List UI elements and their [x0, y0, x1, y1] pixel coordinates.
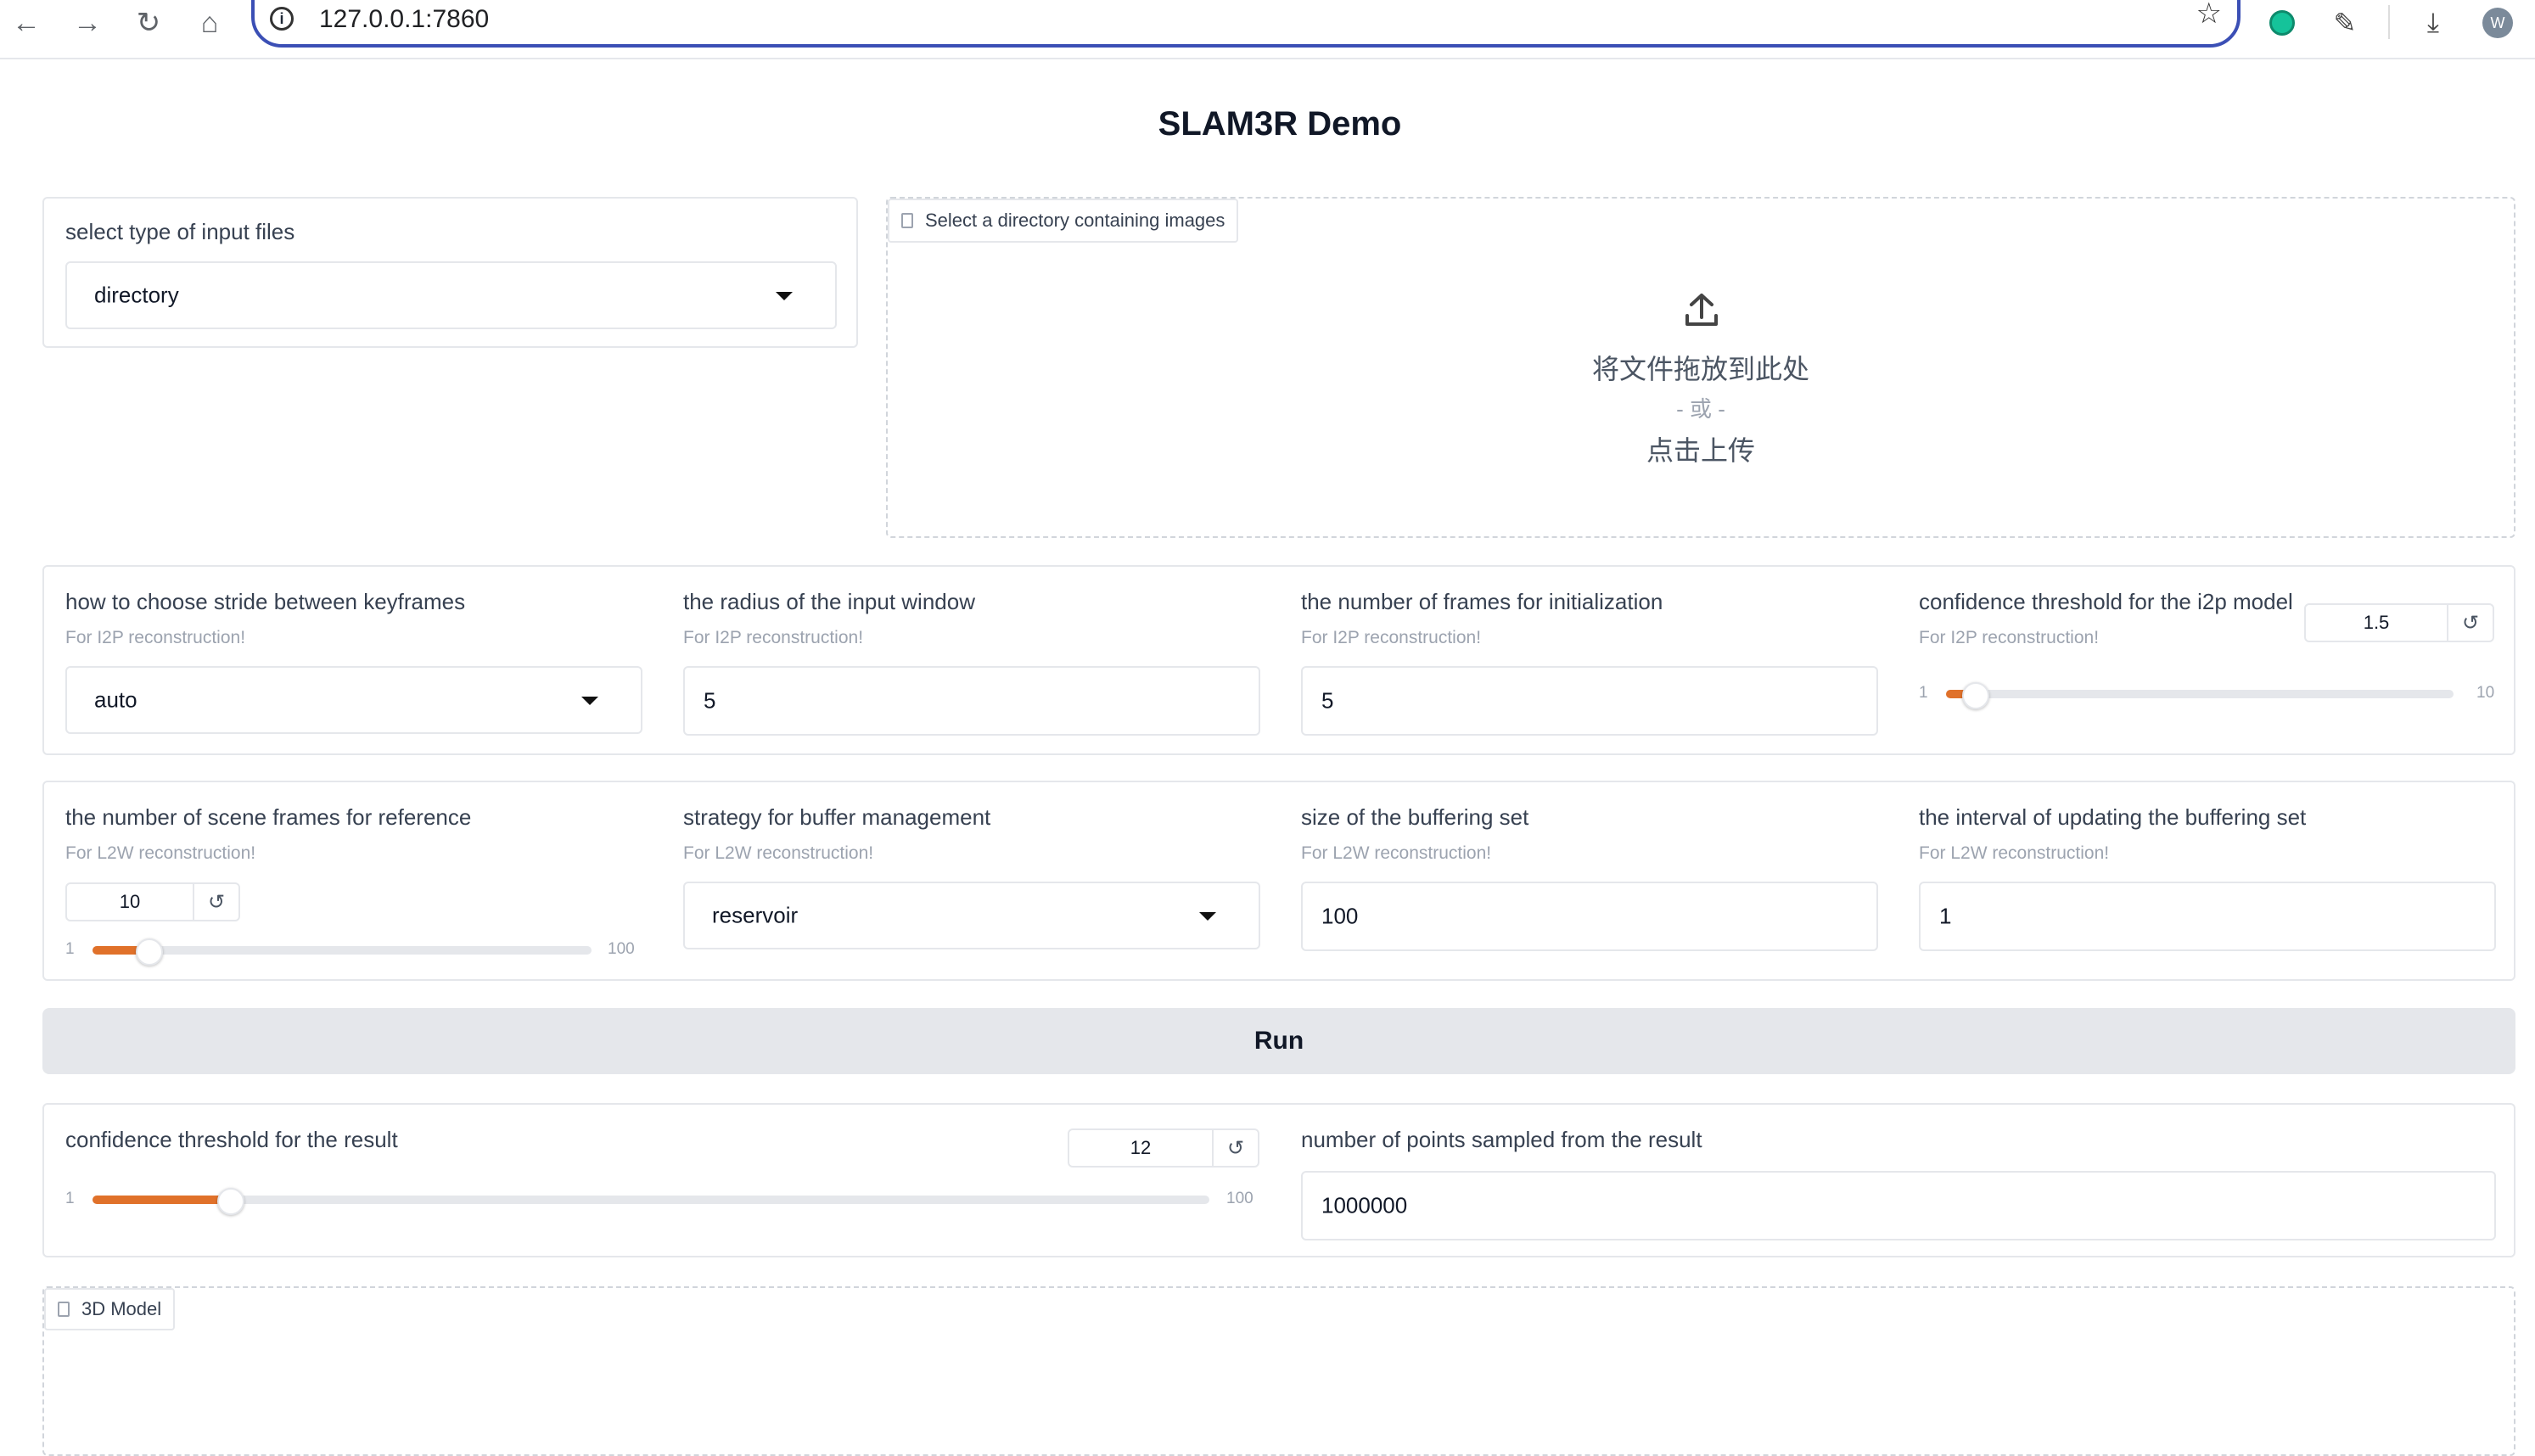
- buffer-interval-info: For L2W reconstruction!: [1919, 843, 2110, 863]
- buffer-strategy-dropdown[interactable]: reservoir: [683, 882, 1260, 949]
- scene-frames-min: 1: [65, 940, 75, 958]
- init-frames-label: the number of frames for initialization: [1301, 589, 1663, 614]
- conf-i2p-min: 1: [1919, 684, 1928, 702]
- scene-frames-info: For L2W reconstruction!: [65, 843, 256, 863]
- buffer-strategy-value: reservoir: [712, 902, 799, 928]
- slider-thumb[interactable]: [1961, 682, 1989, 709]
- extensions-icon[interactable]: ✎: [2324, 2, 2366, 44]
- stride-info: For I2P reconstruction!: [65, 628, 246, 647]
- buffer-interval-label: the interval of updating the buffering s…: [1919, 804, 2307, 830]
- scene-frames-number[interactable]: 10 ↺: [65, 882, 240, 921]
- radius-info: For I2P reconstruction!: [683, 628, 864, 647]
- model3d-tab-label: 3D Model: [81, 1298, 162, 1319]
- points-label: number of points sampled from the result: [1301, 1127, 1702, 1152]
- file-icon: [901, 213, 913, 228]
- input-type-label: select type of input files: [65, 219, 295, 244]
- buffer-size-info: For L2W reconstruction!: [1301, 843, 1492, 863]
- or-text: - 或 -: [1676, 396, 1725, 422]
- conf-i2p-number[interactable]: 1.5 ↺: [2304, 603, 2494, 642]
- buffer-size-label: size of the buffering set: [1301, 804, 1529, 830]
- toolbar-divider: [2388, 5, 2390, 39]
- buffer-size-input[interactable]: 100: [1301, 882, 1878, 951]
- address-bar[interactable]: i 127.0.0.1:7860 ☆: [251, 0, 2241, 48]
- result-conf-number[interactable]: 12 ↺: [1068, 1128, 1259, 1168]
- scene-frames-value[interactable]: 10: [67, 884, 194, 920]
- grammarly-icon[interactable]: [2261, 2, 2303, 44]
- upload-tab: Select a directory containing images: [888, 199, 1239, 243]
- radius-label: the radius of the input window: [683, 589, 975, 614]
- upload-tab-label: Select a directory containing images: [925, 210, 1225, 231]
- run-button[interactable]: Run: [42, 1008, 2515, 1074]
- stride-label: how to choose stride between keyframes: [65, 589, 466, 614]
- reload-icon[interactable]: ↻: [127, 3, 170, 42]
- page-title: SLAM3R Demo: [1158, 105, 1402, 143]
- init-frames-input[interactable]: 5: [1301, 666, 1878, 736]
- slider-thumb[interactable]: [135, 938, 163, 966]
- result-settings-panel: confidence threshold for the result 12 ↺…: [42, 1103, 2515, 1257]
- slider-fill: [93, 1196, 229, 1204]
- file-icon: [58, 1302, 70, 1317]
- directory-upload-dropzone[interactable]: Select a directory containing images 将文件…: [886, 197, 2515, 538]
- input-type-dropdown[interactable]: directory: [65, 261, 837, 329]
- conf-i2p-value[interactable]: 1.5: [2306, 605, 2448, 641]
- conf-i2p-slider[interactable]: [1946, 682, 2454, 709]
- conf-i2p-max: 10: [2476, 684, 2495, 702]
- radius-value: 5: [704, 687, 716, 714]
- result-conf-slider[interactable]: [93, 1188, 1209, 1215]
- url-text: 127.0.0.1:7860: [319, 5, 490, 33]
- input-type-value: directory: [94, 282, 179, 308]
- model3d-viewer[interactable]: 3D Model: [42, 1286, 2515, 1456]
- scene-frames-label: the number of scene frames for reference: [65, 804, 472, 830]
- slider-thumb[interactable]: [216, 1188, 244, 1215]
- init-frames-value: 5: [1321, 687, 1334, 714]
- points-value: 1000000: [1321, 1192, 1408, 1218]
- radius-input[interactable]: 5: [683, 666, 1260, 736]
- conf-i2p-info: For I2P reconstruction!: [1919, 628, 2100, 647]
- l2w-settings-panel: the number of scene frames for reference…: [42, 781, 2515, 981]
- profile-avatar[interactable]: W: [2476, 2, 2519, 44]
- back-arrow-icon[interactable]: ←: [5, 3, 48, 42]
- buffer-strategy-info: For L2W reconstruction!: [683, 843, 874, 863]
- init-frames-info: For I2P reconstruction!: [1301, 628, 1482, 647]
- points-input[interactable]: 1000000: [1301, 1171, 2496, 1240]
- input-type-panel: select type of input files directory: [42, 197, 858, 348]
- buffer-interval-value: 1: [1939, 903, 1952, 929]
- conf-i2p-label: confidence threshold for the i2p model: [1919, 589, 2293, 614]
- dropdown-caret-icon: [1199, 912, 1216, 921]
- result-conf-min: 1: [65, 1190, 75, 1207]
- buffer-interval-input[interactable]: 1: [1919, 882, 2496, 951]
- scene-frames-max: 100: [608, 940, 635, 958]
- result-conf-label: confidence threshold for the result: [65, 1127, 398, 1152]
- drop-text: 将文件拖放到此处: [1591, 354, 1809, 384]
- buffer-size-value: 100: [1321, 903, 1359, 929]
- click-upload-text: 点击上传: [1646, 435, 1755, 466]
- result-conf-max: 100: [1226, 1190, 1253, 1207]
- i2p-settings-panel: how to choose stride between keyframes F…: [42, 565, 2515, 755]
- scene-frames-slider[interactable]: [93, 938, 592, 966]
- stride-dropdown[interactable]: auto: [65, 666, 642, 734]
- home-icon[interactable]: ⌂: [188, 3, 231, 42]
- reset-icon[interactable]: ↺: [1214, 1130, 1258, 1166]
- model3d-tab: 3D Model: [44, 1288, 176, 1330]
- result-conf-value[interactable]: 12: [1069, 1130, 1214, 1166]
- stride-value: auto: [94, 686, 137, 713]
- dropdown-caret-icon: [776, 292, 793, 300]
- upload-icon: [1680, 288, 1723, 331]
- buffer-strategy-label: strategy for buffer management: [683, 804, 991, 830]
- forward-arrow-icon[interactable]: →: [66, 3, 109, 42]
- reset-icon[interactable]: ↺: [194, 884, 238, 920]
- star-icon[interactable]: ☆: [2196, 0, 2222, 31]
- dropdown-caret-icon: [581, 697, 598, 705]
- browser-toolbar: ← → ↻ ⌂ i 127.0.0.1:7860 ☆ ✎ ⤓ W: [0, 0, 2535, 59]
- site-info-icon[interactable]: i: [270, 7, 294, 31]
- reset-icon[interactable]: ↺: [2448, 605, 2493, 641]
- download-icon[interactable]: ⤓: [2412, 2, 2454, 44]
